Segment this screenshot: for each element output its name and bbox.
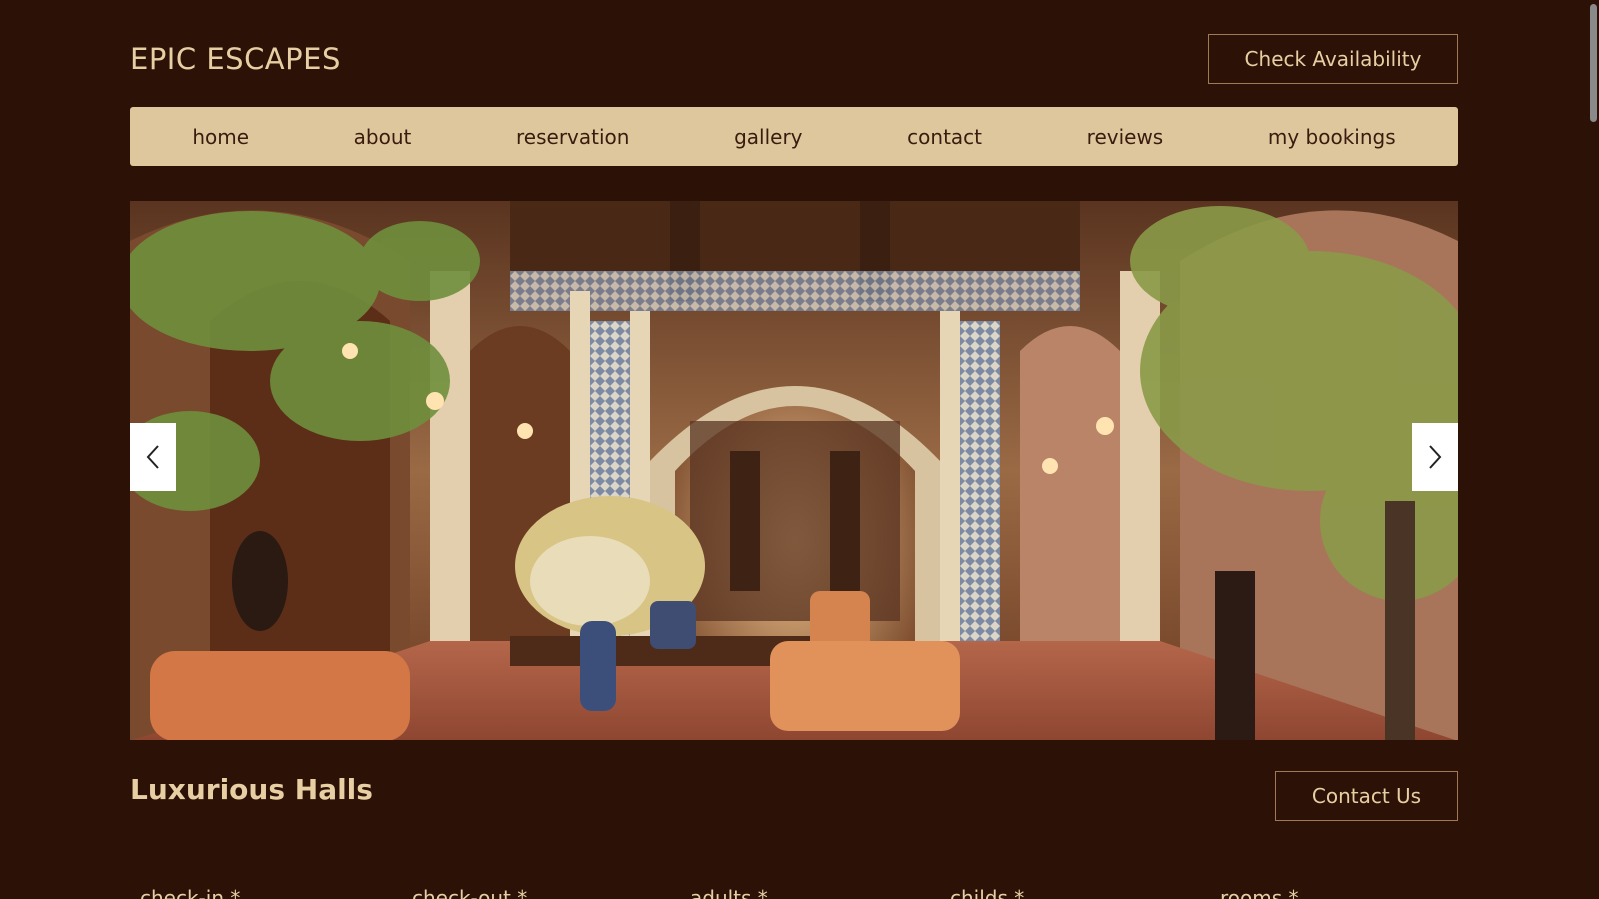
check-availability-button[interactable]: Check Availability bbox=[1208, 34, 1458, 84]
nav-item-contact[interactable]: contact bbox=[907, 125, 982, 149]
brand-logo[interactable]: EPIC ESCAPES bbox=[130, 40, 341, 78]
page: EPIC ESCAPES Check Availability home abo… bbox=[0, 0, 1599, 899]
checkin-label: check-in * bbox=[140, 886, 241, 899]
section-title: Luxurious Halls bbox=[130, 773, 373, 806]
nav-item-about[interactable]: about bbox=[354, 125, 412, 149]
scrollbar-thumb[interactable] bbox=[1590, 4, 1597, 122]
childs-label: childs * bbox=[950, 886, 1025, 899]
nav-item-my-bookings[interactable]: my bookings bbox=[1268, 125, 1396, 149]
chevron-left-icon bbox=[146, 445, 159, 469]
main-navbar: home about reservation gallery contact r… bbox=[130, 107, 1458, 166]
hotel-lobby-image bbox=[130, 201, 1458, 740]
nav-item-reservation[interactable]: reservation bbox=[516, 125, 629, 149]
slider-prev-button[interactable] bbox=[130, 423, 176, 491]
rooms-label: rooms * bbox=[1220, 886, 1299, 899]
nav-item-reviews[interactable]: reviews bbox=[1087, 125, 1164, 149]
nav-item-home[interactable]: home bbox=[192, 125, 249, 149]
adults-label: adults * bbox=[690, 886, 768, 899]
contact-us-button[interactable]: Contact Us bbox=[1275, 771, 1458, 821]
nav-item-gallery[interactable]: gallery bbox=[734, 125, 802, 149]
page-scrollbar[interactable] bbox=[1588, 0, 1599, 899]
slider-next-button[interactable] bbox=[1412, 423, 1458, 491]
hero-image-slider bbox=[130, 201, 1458, 740]
chevron-right-icon bbox=[1429, 445, 1442, 469]
checkout-label: check-out * bbox=[412, 886, 528, 899]
booking-form-labels: check-in * check-out * adults * childs *… bbox=[130, 886, 1458, 899]
